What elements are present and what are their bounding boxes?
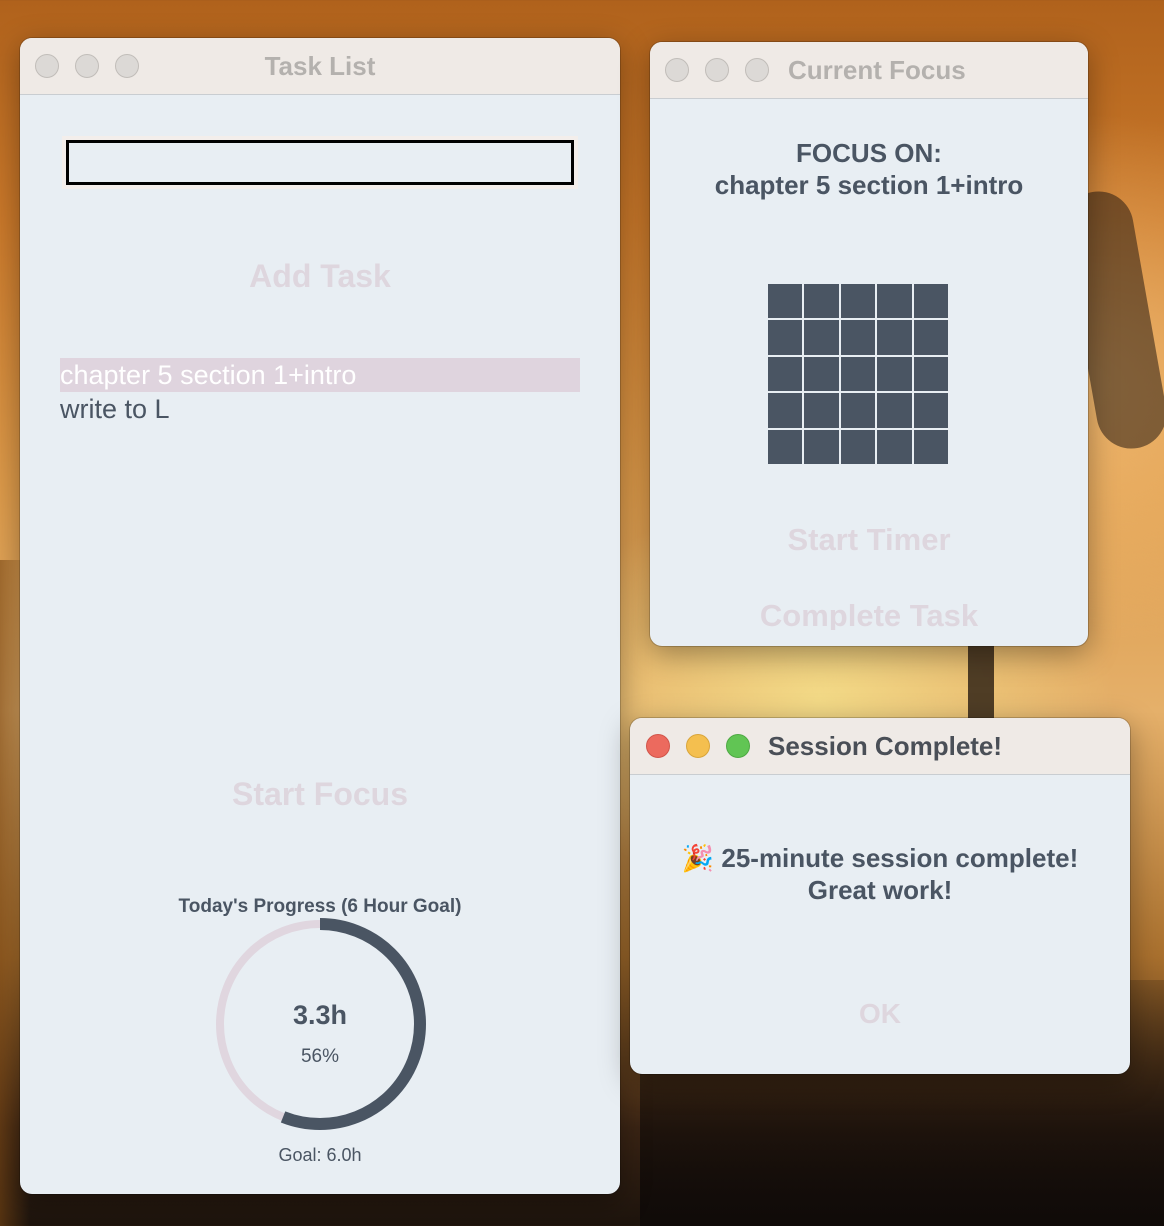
task-input[interactable]	[62, 136, 578, 189]
complete-task-button[interactable]: Complete Task	[650, 598, 1088, 630]
minimize-button[interactable]	[705, 58, 729, 82]
timer-grid-cell	[877, 393, 912, 428]
timer-grid-cell	[768, 393, 803, 428]
timer-grid-cell	[913, 320, 948, 355]
timer-grid	[768, 284, 948, 464]
timer-grid-cell	[840, 284, 876, 319]
task-label: write to L	[60, 394, 170, 424]
timer-grid-cell	[804, 320, 839, 355]
timer-grid-cell	[877, 284, 912, 319]
start-timer-button[interactable]: Start Timer	[650, 522, 1088, 558]
dialog-titlebar[interactable]: Session Complete!	[630, 718, 1130, 775]
timer-grid-cell	[804, 429, 839, 464]
timer-grid-cell	[913, 284, 948, 319]
timer-grid-cell	[804, 393, 839, 428]
progress-hours: 3.3h	[292, 1000, 348, 1030]
close-button[interactable]	[665, 58, 689, 82]
timer-grid-cell	[768, 356, 803, 392]
session-complete-dialog: Session Complete! 🎉 25-minute session co…	[630, 718, 1130, 1074]
progress-goal: Goal: 6.0h	[278, 1145, 362, 1165]
timer-grid-cell	[840, 393, 876, 428]
timer-grid-cell	[913, 356, 948, 392]
task-label: chapter 5 section 1+intro	[60, 360, 357, 390]
zoom-button[interactable]	[726, 734, 750, 758]
task-list-item[interactable]: chapter 5 section 1+intro	[60, 358, 580, 392]
timer-grid-cell	[877, 356, 912, 392]
timer-grid-cell	[913, 429, 948, 464]
current-focus-titlebar[interactable]: Current Focus	[650, 42, 1088, 99]
timer-grid-cell	[877, 320, 912, 355]
task-list-item[interactable]: write to L	[60, 392, 580, 426]
timer-grid-cell	[768, 284, 803, 319]
zoom-button[interactable]	[745, 58, 769, 82]
current-focus-window: Current Focus FOCUS ON: chapter 5 sectio…	[650, 42, 1088, 646]
timer-grid-cell	[840, 429, 876, 464]
timer-grid-cell	[913, 393, 948, 428]
progress-percent: 56%	[300, 1046, 340, 1067]
dialog-message-line1: 25-minute session complete!	[721, 843, 1079, 873]
task-list[interactable]: chapter 5 section 1+intro write to L	[60, 358, 580, 426]
timer-grid-cell	[768, 429, 803, 464]
timer-grid-cell	[877, 429, 912, 464]
dialog-message-line2: Great work!	[807, 875, 953, 905]
focus-task: chapter 5 section 1+intro	[714, 170, 1024, 200]
timer-grid-cell	[840, 356, 876, 392]
timer-grid-cell	[768, 320, 803, 355]
focus-label: FOCUS ON:	[796, 138, 942, 168]
party-popper-icon: 🎉	[681, 843, 715, 873]
timer-grid-cell	[804, 284, 839, 319]
window-title: Task List	[264, 50, 376, 81]
add-task-button[interactable]: Add Task	[20, 258, 620, 295]
close-button[interactable]	[646, 734, 670, 758]
task-list-window: Task List Add Task chapter 5 section 1+i…	[20, 38, 620, 1194]
background-stand-pole	[968, 640, 994, 730]
dialog-message: 🎉 25-minute session complete! Great work…	[630, 842, 1130, 906]
timer-grid-cell	[804, 356, 839, 392]
window-title: Current Focus	[788, 54, 966, 85]
ok-button[interactable]: OK	[630, 998, 1130, 1030]
minimize-button[interactable]	[686, 734, 710, 758]
start-focus-button[interactable]: Start Focus	[20, 776, 620, 813]
timer-grid-cell	[840, 320, 876, 355]
dialog-title: Session Complete!	[768, 730, 1003, 761]
task-list-titlebar[interactable]: Task List	[20, 38, 620, 95]
